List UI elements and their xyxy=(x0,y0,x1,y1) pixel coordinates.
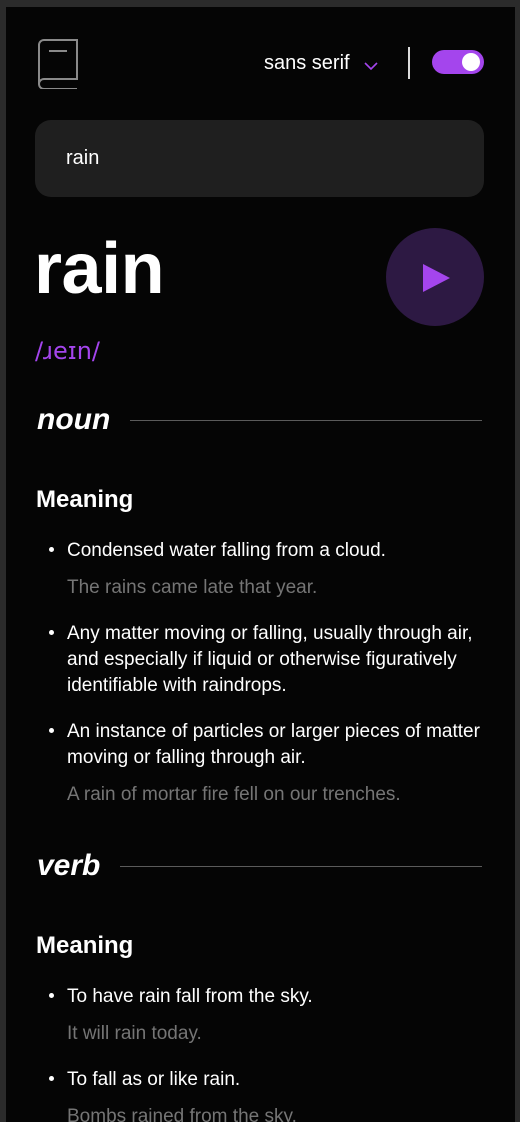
phonetic: /ɹeɪn/ xyxy=(35,337,101,365)
header: sans serif xyxy=(6,7,515,117)
headword: rain xyxy=(34,229,165,309)
book-icon[interactable] xyxy=(35,39,81,90)
definition-text: Any matter moving or falling, usually th… xyxy=(67,623,473,696)
search-bar[interactable] xyxy=(35,120,484,197)
play-icon xyxy=(423,264,450,292)
section-divider xyxy=(130,419,483,421)
header-divider xyxy=(408,47,410,79)
dictionary-app: sans serif rain /ɹeɪn/ noun Meaning Cond… xyxy=(6,7,515,1122)
definition-text: To have rain fall from the sky. xyxy=(67,986,313,1007)
part-of-speech-row: verb xyxy=(37,849,483,883)
definition-text: Condensed water falling from a cloud. xyxy=(67,540,386,561)
definition-list: To have rain fall from the sky. It will … xyxy=(36,984,486,1122)
chevron-down-icon xyxy=(364,58,378,71)
definition-text: To fall as or like rain. xyxy=(67,1069,241,1090)
definition-example: Bombs rained from the sky. xyxy=(67,1106,297,1122)
definition-item: An instance of particles or larger piece… xyxy=(36,719,486,808)
bullet xyxy=(49,630,54,635)
definition-item: To have rain fall from the sky. It will … xyxy=(36,984,486,1047)
bullet xyxy=(49,1076,54,1081)
definition-text: An instance of particles or larger piece… xyxy=(67,721,480,768)
section-divider xyxy=(120,865,483,867)
part-of-speech-label: verb xyxy=(37,849,101,882)
definition-item: Condensed water falling from a cloud. Th… xyxy=(36,538,486,601)
toggle-knob xyxy=(462,53,480,71)
bullet xyxy=(49,728,54,733)
part-of-speech-label: noun xyxy=(37,403,111,436)
definition-example: It will rain today. xyxy=(67,1023,202,1044)
definition-item: Any matter moving or falling, usually th… xyxy=(36,621,486,699)
definition-list: Condensed water falling from a cloud. Th… xyxy=(36,538,486,808)
search-input[interactable] xyxy=(66,120,446,197)
play-button[interactable] xyxy=(386,228,484,326)
part-of-speech-row: noun xyxy=(37,403,483,437)
bullet xyxy=(49,993,54,998)
definition-example: A rain of mortar fire fell on our trench… xyxy=(67,784,401,805)
bullet xyxy=(49,547,54,552)
meaning-heading: Meaning xyxy=(36,932,134,959)
definition-item: To fall as or like rain. Bombs rained fr… xyxy=(36,1067,486,1122)
font-select-label: sans serif xyxy=(264,51,350,74)
font-select[interactable]: sans serif xyxy=(264,51,378,75)
theme-toggle[interactable] xyxy=(432,50,484,74)
definition-example: The rains came late that year. xyxy=(67,577,318,598)
meaning-heading: Meaning xyxy=(36,486,134,513)
